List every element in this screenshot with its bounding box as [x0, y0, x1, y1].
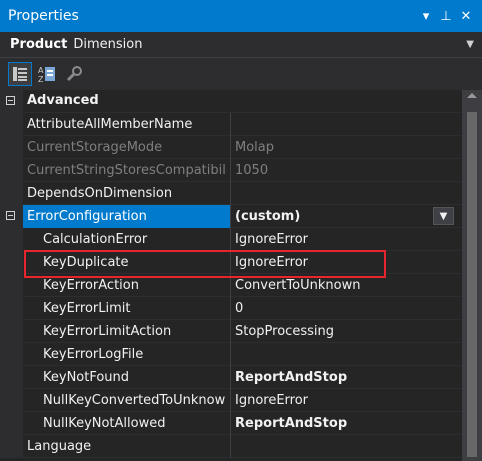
row-gutter [0, 274, 23, 297]
property-row-attributeallmembername[interactable]: AttributeAllMemberName [0, 113, 462, 136]
object-selector-dropdown-icon[interactable]: ▼ [466, 39, 474, 50]
property-value[interactable] [230, 343, 462, 366]
close-icon[interactable]: ✕ [456, 4, 476, 28]
property-value[interactable]: IgnoreError [230, 228, 462, 251]
object-type: Dimension [73, 37, 143, 52]
window-menu-dropdown-icon[interactable]: ▾ [416, 4, 436, 28]
property-pages-icon [66, 66, 82, 82]
row-gutter [0, 228, 23, 251]
category-label: Advanced [27, 93, 99, 108]
property-value[interactable] [230, 113, 462, 136]
row-gutter [0, 113, 23, 136]
row-gutter [0, 412, 23, 435]
property-value[interactable] [230, 435, 462, 458]
pin-icon[interactable]: ⊥ [436, 4, 456, 28]
alphabetical-button[interactable]: A Z [35, 62, 59, 86]
svg-text:Z: Z [38, 75, 44, 83]
property-row-errorconfiguration[interactable]: ErrorConfiguration (custom) ▼ [0, 205, 462, 228]
row-gutter [0, 136, 23, 159]
alphabetical-icon: A Z [38, 66, 55, 83]
row-gutter [0, 366, 23, 389]
property-name: ErrorConfiguration [23, 205, 230, 228]
property-row-keyerroraction[interactable]: KeyErrorAction ConvertToUnknown [0, 274, 462, 297]
property-row-keyerrorlimit[interactable]: KeyErrorLimit 0 [0, 297, 462, 320]
property-row-nullkeynotallowed[interactable]: NullKeyNotAllowed ReportAndStop [0, 412, 462, 435]
vertical-scrollbar[interactable] [462, 90, 482, 461]
property-row-nullkeyconvertedtounknown[interactable]: NullKeyConvertedToUnknow IgnoreError [0, 389, 462, 412]
property-row-keyerrorlimitaction[interactable]: KeyErrorLimitAction StopProcessing [0, 320, 462, 343]
property-value[interactable]: Molap [230, 136, 462, 159]
window-title: Properties [8, 8, 79, 24]
category-row-advanced[interactable]: Advanced [0, 90, 462, 113]
property-value[interactable]: IgnoreError [230, 389, 462, 412]
property-row-calculationerror[interactable]: CalculationError IgnoreError [0, 228, 462, 251]
chevron-down-icon: ▼ [439, 210, 448, 222]
row-gutter [0, 320, 23, 343]
property-value[interactable]: IgnoreError [230, 251, 462, 274]
property-name: KeyErrorAction [43, 278, 139, 293]
property-row-keyduplicate[interactable]: KeyDuplicate IgnoreError [0, 251, 462, 274]
property-name: KeyNotFound [43, 370, 130, 385]
row-gutter [0, 343, 23, 366]
property-name: CurrentStringStoresCompatibil [27, 163, 226, 178]
property-value[interactable]: 0 [230, 297, 462, 320]
property-row-keyerrorlogfile[interactable]: KeyErrorLogFile [0, 343, 462, 366]
property-row-currentstringstorescompatibility[interactable]: CurrentStringStoresCompatibil 1050 [0, 159, 462, 182]
collapse-icon[interactable] [6, 211, 15, 220]
property-grid: Advanced AttributeAllMemberName CurrentS… [0, 90, 462, 461]
property-row-keynotfound[interactable]: KeyNotFound ReportAndStop [0, 366, 462, 389]
property-row-language[interactable]: Language [0, 435, 462, 458]
object-selector[interactable]: Product Dimension ▼ [0, 32, 482, 58]
property-value[interactable]: StopProcessing [230, 320, 462, 343]
categorized-button[interactable] [8, 62, 32, 86]
row-gutter [0, 182, 23, 205]
row-gutter [0, 159, 23, 182]
categorized-icon [13, 67, 27, 81]
row-gutter [0, 251, 23, 274]
property-value[interactable]: ConvertToUnknown [230, 274, 462, 297]
property-name: NullKeyNotAllowed [43, 416, 166, 431]
property-name: KeyDuplicate [43, 255, 129, 270]
property-value[interactable]: (custom) [230, 205, 462, 228]
property-value[interactable]: 1050 [230, 159, 462, 182]
row-gutter [0, 297, 23, 320]
row-gutter [0, 389, 23, 412]
object-name: Product [10, 37, 68, 52]
property-row-currentstoragemode[interactable]: CurrentStorageMode Molap [0, 136, 462, 159]
scroll-up-icon[interactable] [467, 93, 477, 98]
property-name: DependsOnDimension [27, 186, 173, 201]
property-name: Language [27, 439, 92, 454]
row-gutter [0, 435, 23, 458]
property-value[interactable] [230, 182, 462, 205]
property-value[interactable]: ReportAndStop [230, 412, 462, 435]
property-value[interactable]: ReportAndStop [230, 366, 462, 389]
property-pages-button[interactable] [62, 62, 86, 86]
property-name: CalculationError [43, 232, 148, 247]
title-bar: Properties ▾ ⊥ ✕ [0, 0, 482, 32]
properties-toolbar: A Z [0, 58, 482, 90]
property-name: NullKeyConvertedToUnknow [43, 393, 226, 408]
value-dropdown-button[interactable]: ▼ [433, 207, 454, 225]
property-row-dependsondimension[interactable]: DependsOnDimension [0, 182, 462, 205]
property-name: KeyErrorLogFile [43, 347, 144, 362]
scrollbar-thumb[interactable] [467, 112, 477, 457]
collapse-icon[interactable] [6, 96, 15, 105]
property-name: KeyErrorLimitAction [43, 324, 172, 339]
svg-text:A: A [38, 66, 44, 75]
property-name: CurrentStorageMode [27, 140, 163, 155]
property-name: KeyErrorLimit [43, 301, 131, 316]
property-name: AttributeAllMemberName [27, 117, 193, 132]
